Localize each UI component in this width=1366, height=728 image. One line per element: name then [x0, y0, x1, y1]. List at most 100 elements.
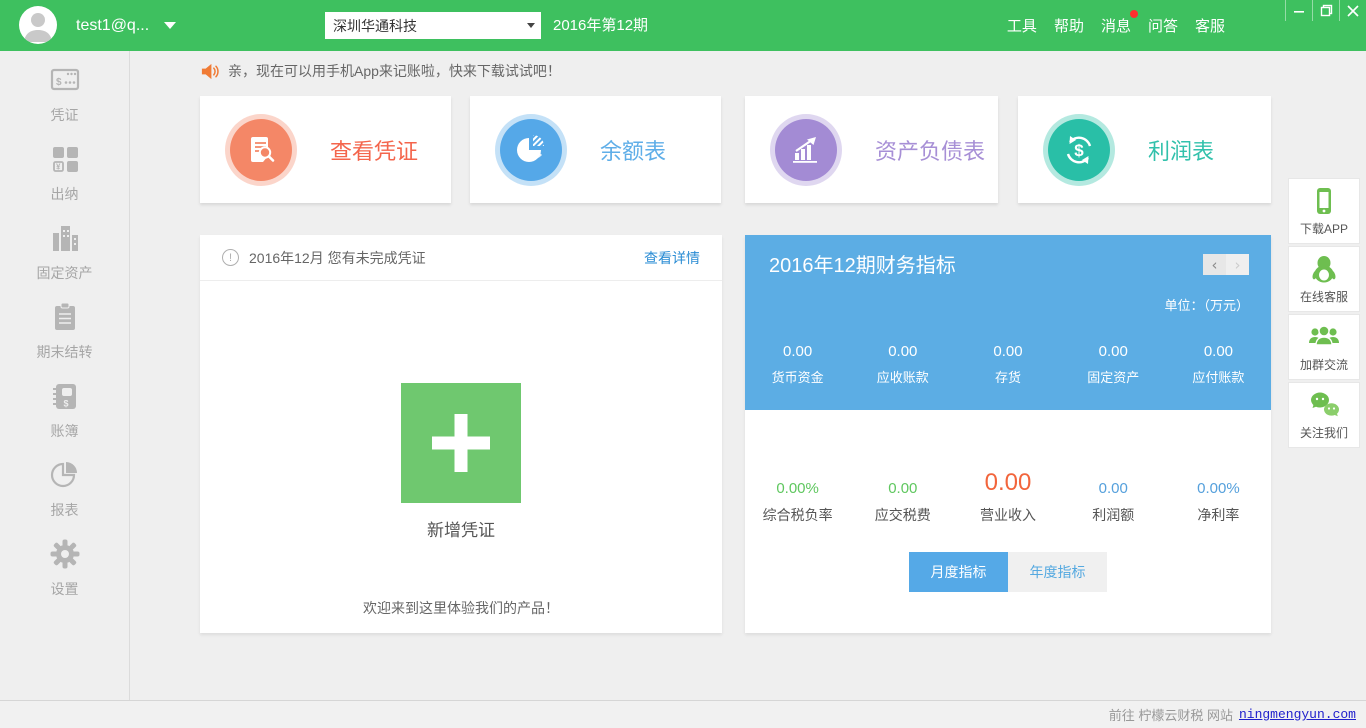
floating-toolbar: 下载APP 在线客服 加群交流 — [1288, 178, 1360, 450]
top-menu: 工具 帮助 消息 问答 客服 — [1006, 0, 1226, 51]
dollar-cycle-icon: $ — [1048, 119, 1110, 181]
menu-item-messages[interactable]: 消息 — [1100, 13, 1132, 38]
balance-table-card[interactable]: 余额表 — [470, 96, 721, 203]
qq-penguin-icon — [1310, 254, 1338, 284]
view-details-link[interactable]: 查看详情 — [644, 248, 700, 268]
card-label: 余额表 — [600, 134, 666, 166]
group-people-icon — [1308, 322, 1340, 352]
blue-stats-row: 0.00货币资金 0.00应收账款 0.00存货 0.00固定资产 0.00应付… — [745, 343, 1271, 386]
minimize-icon — [1293, 5, 1305, 17]
sidebar-item-label: 期末结转 — [37, 344, 93, 360]
titlebar: test1@q... 深圳华通科技 2016年第12期 工具 帮助 消息 问答 … — [0, 0, 1366, 51]
online-support-button[interactable]: 在线客服 — [1288, 246, 1360, 312]
add-voucher-button[interactable] — [401, 383, 521, 503]
notification-dot — [1130, 10, 1138, 18]
white-stats-row: 0.00%综合税负率 0.00应交税费 0.00营业收入 0.00利润额 0.0… — [745, 453, 1271, 525]
voucher-icon: $ — [49, 64, 81, 96]
view-voucher-card[interactable]: 查看凭证 — [200, 96, 451, 203]
company-select[interactable]: 深圳华通科技 — [325, 12, 541, 39]
voucher-panel: ! 2016年12月 您有未完成凭证 查看详情 新增凭证 欢迎来到这里体验我们的… — [200, 235, 722, 633]
sidebar-item-label: 账簿 — [51, 423, 79, 439]
sidebar-item-voucher[interactable]: $ 凭证 — [0, 64, 129, 143]
sidebar-item-label: 固定资产 — [37, 265, 93, 281]
widget-label: 关注我们 — [1300, 426, 1348, 440]
menu-item-tools[interactable]: 工具 — [1006, 13, 1038, 38]
balance-sheet-card[interactable]: 资产负债表 — [745, 96, 998, 203]
sidebar-item-cashier[interactable]: ¥ 出纳 — [0, 143, 129, 222]
voucher-panel-title: 2016年12月 您有未完成凭证 — [249, 248, 426, 268]
stat-accounts-payable: 0.00应付账款 — [1166, 343, 1271, 386]
bar-chart-arrow-icon — [775, 119, 837, 181]
clipboard-icon — [49, 301, 81, 333]
balance-table-icon — [500, 119, 562, 181]
stat-monetary-funds: 0.00货币资金 — [745, 343, 850, 386]
cashier-icon: ¥ — [49, 143, 81, 175]
sidebar-item-label: 报表 — [51, 502, 79, 518]
window-controls — [1285, 0, 1366, 21]
tab-yearly-indicators[interactable]: 年度指标 — [1008, 552, 1107, 592]
sidebar-item-books[interactable]: $ 账簿 — [0, 380, 129, 459]
app-window: test1@q... 深圳华通科技 2016年第12期 工具 帮助 消息 问答 … — [0, 0, 1366, 728]
stat-tax-payable: 0.00应交税费 — [850, 453, 955, 525]
company-name: 深圳华通科技 — [333, 16, 527, 36]
minimize-button[interactable] — [1285, 0, 1312, 21]
sidebar-item-reports[interactable]: 报表 — [0, 459, 129, 538]
stat-operating-income: 0.00营业收入 — [955, 453, 1060, 525]
indicator-title: 2016年12期财务指标 — [769, 249, 956, 278]
pie-chart-icon — [49, 459, 81, 491]
unit-label: 单位：（万元） — [1164, 295, 1249, 314]
sidebar-item-label: 凭证 — [51, 107, 79, 123]
chevron-down-icon — [164, 22, 176, 29]
stat-net-profit-rate: 0.00%净利率 — [1166, 453, 1271, 525]
add-voucher-label: 新增凭证 — [200, 516, 722, 541]
website-link[interactable]: ningmengyun.com — [1239, 707, 1356, 722]
stat-profit: 0.00利润额 — [1061, 453, 1166, 525]
prev-period-button[interactable]: ‹ — [1203, 254, 1226, 275]
sidebar-item-label: 出纳 — [51, 186, 79, 202]
stat-tax-burden-rate: 0.00%综合税负率 — [745, 453, 850, 525]
footer-text: 前往 柠檬云财税 网站 — [1109, 705, 1233, 724]
sidebar-item-settings[interactable]: 设置 — [0, 538, 129, 617]
card-label: 利润表 — [1148, 134, 1214, 166]
phone-icon — [1311, 186, 1337, 216]
card-label: 查看凭证 — [330, 134, 418, 166]
svg-text:$: $ — [63, 399, 68, 409]
stat-fixed-assets: 0.00固定资产 — [1061, 343, 1166, 386]
next-period-button[interactable]: › — [1226, 254, 1249, 275]
join-group-button[interactable]: 加群交流 — [1288, 314, 1360, 380]
sidebar-item-period-closing[interactable]: 期末结转 — [0, 301, 129, 380]
account-book-icon: $ — [49, 380, 81, 412]
close-button[interactable] — [1339, 0, 1366, 21]
menu-item-support[interactable]: 客服 — [1194, 13, 1226, 38]
menu-item-help[interactable]: 帮助 — [1053, 13, 1085, 38]
indicator-pager: ‹ › — [1203, 254, 1249, 275]
avatar[interactable] — [19, 6, 57, 44]
profit-sheet-card[interactable]: $ 利润表 — [1018, 96, 1271, 203]
sidebar: $ 凭证 ¥ 出纳 固定资产 — [0, 51, 130, 700]
restore-icon — [1320, 4, 1333, 17]
stat-accounts-receivable: 0.00应收账款 — [850, 343, 955, 386]
download-app-button[interactable]: 下载APP — [1288, 178, 1360, 244]
menu-item-qa[interactable]: 问答 — [1147, 13, 1179, 38]
tab-monthly-indicators[interactable]: 月度指标 — [909, 552, 1008, 592]
welcome-text: 欢迎来到这里体验我们的产品！ — [200, 598, 722, 618]
username-label: test1@q... — [76, 17, 149, 35]
footer: 前往 柠檬云财税 网站 ningmengyun.com — [0, 700, 1366, 728]
maximize-button[interactable] — [1312, 0, 1339, 21]
svg-text:$: $ — [56, 77, 62, 88]
follow-us-button[interactable]: 关注我们 — [1288, 382, 1360, 448]
speaker-icon — [200, 62, 219, 81]
gear-icon — [49, 538, 81, 570]
info-icon: ! — [222, 249, 239, 266]
widget-label: 下载APP — [1300, 222, 1348, 236]
sidebar-item-fixed-assets[interactable]: 固定资产 — [0, 222, 129, 301]
notice-bar: 亲，现在可以用手机App来记账啦，快来下载试试吧！ — [200, 61, 561, 81]
wechat-icon — [1308, 390, 1340, 420]
widget-label: 在线客服 — [1300, 290, 1348, 304]
user-menu[interactable]: test1@q... — [76, 0, 176, 51]
view-voucher-icon — [230, 119, 292, 181]
svg-text:¥: ¥ — [56, 163, 61, 172]
dropdown-arrow-icon — [527, 23, 535, 28]
period-label: 2016年第12期 — [553, 0, 648, 51]
indicator-blue-header: 2016年12期财务指标 ‹ › 单位：（万元） 0.00货币资金 0.00应收… — [745, 235, 1271, 410]
